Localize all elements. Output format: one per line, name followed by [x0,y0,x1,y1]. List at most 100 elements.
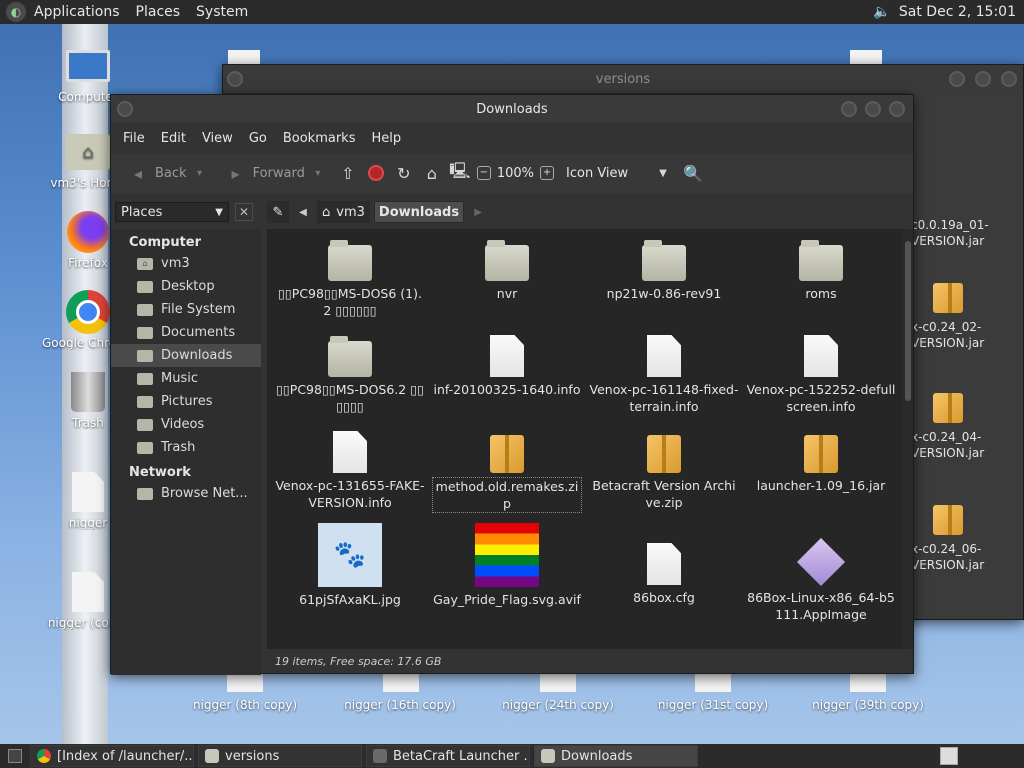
sidebar-item-documents[interactable]: Documents [111,321,261,344]
menu-file[interactable]: File [115,131,153,146]
clock[interactable]: Sat Dec 2, 15:01 [899,4,1016,20]
path-downloads[interactable]: Downloads [373,201,465,223]
file-item[interactable]: nvr [432,237,582,302]
close-sidebar-button[interactable]: ✕ [235,203,253,221]
path-scroll-left[interactable]: ◀ [293,201,313,223]
forward-button[interactable]: ▸ Forward ▾ [219,162,331,184]
close-button[interactable] [1001,71,1017,87]
chevron-down-icon[interactable]: ▾ [311,162,325,184]
path-vm3[interactable]: ⌂ vm3 [317,201,370,223]
desktop-file-label[interactable]: nigger (31st copy) [643,698,783,712]
desktop-file-label[interactable]: nigger (8th copy) [175,698,315,712]
task-betacraft[interactable]: BetaCraft Launcher ... [366,745,530,767]
reload-icon[interactable]: ↻ [393,162,415,184]
file-item[interactable]: ▯▯PC98▯▯MS-DOS6 (1).2 ▯▯▯▯▯▯ [275,237,425,319]
desktop-file-label[interactable]: nigger (16th copy) [330,698,470,712]
file-item[interactable]: np21w-0.86-rev91 [589,237,739,302]
task-downloads[interactable]: Downloads [534,745,698,767]
file-item[interactable]: Venox-pc-152252-defullscreen.info [746,333,896,415]
maximize-button[interactable] [975,71,991,87]
close-button[interactable] [889,101,905,117]
menu-go[interactable]: Go [241,131,275,146]
maximize-button[interactable] [865,101,881,117]
back-button[interactable]: ◂ Back ▾ [121,162,213,184]
file-icon[interactable] [227,672,263,692]
file-icon-view[interactable]: ▯▯PC98▯▯MS-DOS6 (1).2 ▯▯▯▯▯▯ nvr np21w-0… [267,229,903,649]
computer-icon[interactable]: 🖳 [449,161,471,184]
folder-icon [328,336,372,377]
file-icon[interactable] [850,672,886,692]
window-titlebar[interactable]: versions [223,65,1023,93]
file-item[interactable]: 86Box-Linux-x86_64-b5111.AppImage [746,537,896,623]
sidebar-item-downloads[interactable]: Downloads [111,344,261,367]
file-item[interactable]: method.old.remakes.zip [432,429,582,513]
menu-system[interactable]: System [188,0,256,24]
desktop-file-label[interactable]: nigger (24th copy) [488,698,628,712]
file-item[interactable]: x-c0.24_02- VERSION.jar [911,283,1011,351]
home-icon[interactable]: ⌂ [421,162,443,184]
show-desktop-icon[interactable] [4,745,26,767]
up-arrow-icon[interactable]: ⇧ [337,162,359,184]
sidebar-item-vm3[interactable]: ⌂ vm3 [111,252,261,275]
file-item[interactable]: Betacraft Version Archive.zip [589,429,739,511]
file-item[interactable]: Venox-pc-131655-FAKE-VERSION.info [275,429,425,511]
file-item[interactable]: x-c0.24_04- VERSION.jar [911,393,1011,461]
downloads-window[interactable]: Downloads File Edit View Go Bookmarks He… [110,94,914,675]
package-icon [647,435,681,473]
file-icon[interactable] [540,672,576,692]
volume-icon[interactable]: 🔈 [873,3,891,21]
places-select[interactable]: Places ▼ [115,202,229,222]
zoom-in-button[interactable]: + [540,166,555,180]
file-item[interactable]: roms [746,237,896,302]
file-icon[interactable] [695,672,731,692]
file-item[interactable]: 🐾 61pjSfAxaKL.jpg [275,521,425,608]
view-mode-select[interactable]: Icon View ▼ [560,162,676,184]
scroll-thumb[interactable] [905,241,911,401]
file-item[interactable]: inf-20100325-1640.info [432,333,582,398]
file-item[interactable]: c0.0.19a_01- VERSION.jar [911,217,1011,249]
zoom-out-button[interactable]: − [476,166,491,180]
distro-logo-icon[interactable]: ◐ [6,2,26,22]
sidebar-item-file-system[interactable]: File System [111,298,261,321]
window-titlebar[interactable]: Downloads [111,95,913,123]
stop-button[interactable] [365,162,387,184]
file-item[interactable]: Gay_Pride_Flag.svg.avif [432,521,582,608]
chevron-down-icon[interactable]: ▾ [193,162,207,184]
scrollbar[interactable] [903,229,913,649]
path-scroll-right[interactable]: ▶ [468,201,488,223]
file-item[interactable]: ▯▯PC98▯▯MS-DOS6.2 ▯▯▯▯▯▯ [275,333,425,415]
menu-help[interactable]: Help [363,131,409,146]
sidebar-item-browse-network[interactable]: Browse Net... [111,482,261,505]
package-icon [933,505,963,535]
menu-edit[interactable]: Edit [153,131,194,146]
sidebar-item-desktop[interactable]: Desktop [111,275,261,298]
file-item[interactable]: 86box.cfg [589,541,739,606]
sidebar-item-music[interactable]: Music [111,367,261,390]
file-item[interactable]: x-c0.24_06- VERSION.jar [911,505,1011,573]
window-menu-button[interactable] [227,71,243,87]
desktop-file-label[interactable]: nigger (39th copy) [798,698,938,712]
menu-view[interactable]: View [194,131,241,146]
status-bar: 19 items, Free space: 17.6 GB [275,655,442,668]
sidebar-item-videos[interactable]: Videos [111,413,261,436]
sidebar-item-trash[interactable]: Trash [111,436,261,459]
menu-applications[interactable]: Applications [26,0,128,24]
file-item[interactable]: Venox-pc-161148-fixed-terrain.info [589,333,739,415]
versions-file-view: c0.0.19a_01- VERSION.jar x-c0.24_02- VER… [911,93,1023,619]
menu-places[interactable]: Places [128,0,189,24]
search-icon[interactable]: 🔍 [682,162,704,184]
file-item[interactable]: launcher-1.09_16.jar [746,429,896,494]
task-versions[interactable]: versions [198,745,362,767]
minimize-button[interactable] [841,101,857,117]
toggle-location-button[interactable]: ✎ [267,201,289,223]
folder-icon [328,240,372,281]
window-menu-button[interactable] [117,101,133,117]
workspace-switcher-icon[interactable] [940,747,958,765]
sidebar-item-pictures[interactable]: Pictures [111,390,261,413]
task-browser[interactable]: [Index of /launcher/... [30,745,194,767]
menu-bookmarks[interactable]: Bookmarks [275,131,364,146]
folder-icon [137,372,153,385]
image-thumbnail: 🐾 [318,523,382,587]
minimize-button[interactable] [949,71,965,87]
file-icon[interactable] [383,672,419,692]
